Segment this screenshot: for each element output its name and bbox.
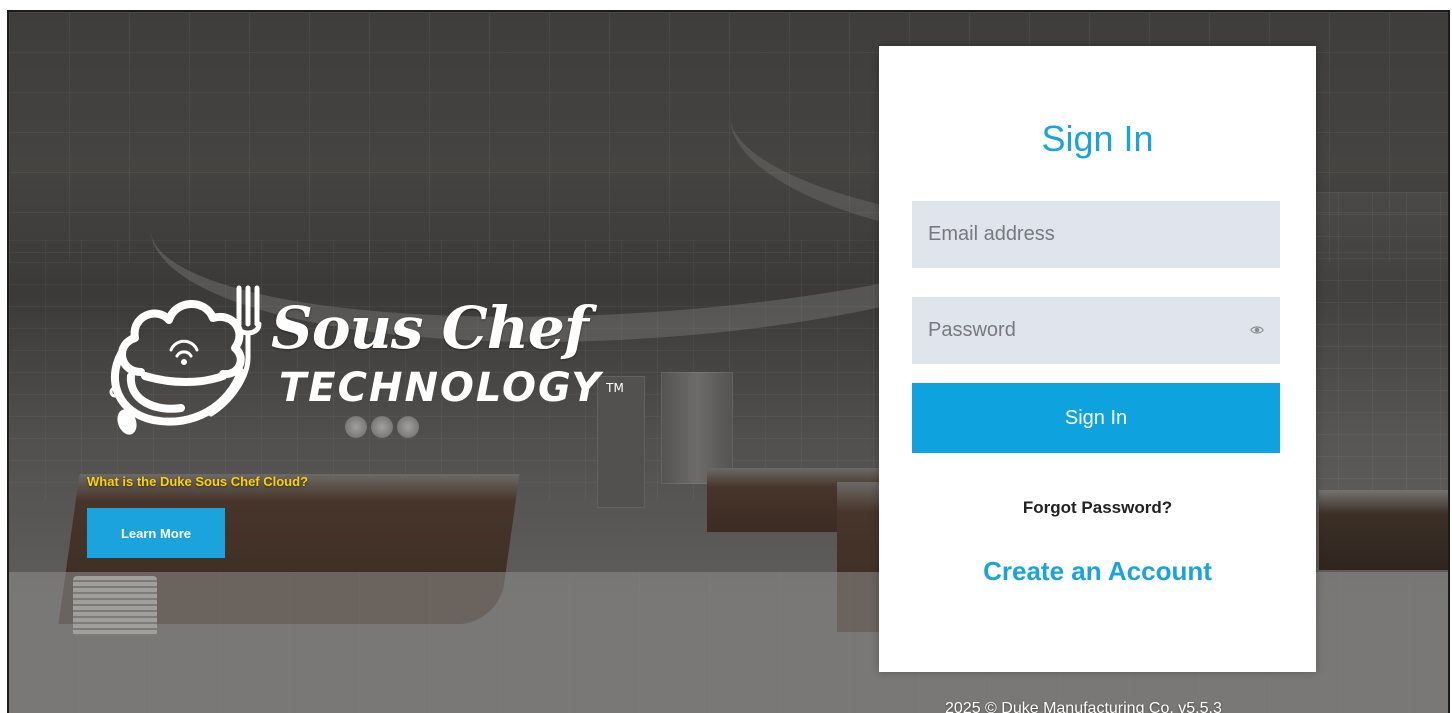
footer-copyright: 2025 © Duke Manufacturing Co. v5.5.3 (945, 700, 1222, 713)
trademark-symbol: TM (606, 381, 624, 395)
sign-in-title: Sign In (1041, 118, 1154, 159)
sous-chef-cloud-question: What is the Duke Sous Chef Cloud? (87, 474, 309, 489)
logo-subword-text: TECHNOLOGY (279, 365, 603, 411)
logo-wordmark: Sous Chef (271, 294, 589, 362)
password-field-container (912, 297, 1280, 364)
app-window: Sous Chef TECHNOLOGY TM What is the Duke … (7, 10, 1450, 713)
chef-hat-logo-icon (109, 285, 262, 435)
create-account-link[interactable]: Create an Account (879, 556, 1316, 587)
learn-more-button[interactable]: Learn More (87, 508, 225, 558)
logo-subword: TECHNOLOGY TM (279, 366, 624, 410)
sous-chef-logo: Sous Chef TECHNOLOGY TM (101, 280, 624, 440)
forgot-password-link[interactable]: Forgot Password? (879, 498, 1316, 518)
sign-in-button[interactable]: Sign In (912, 383, 1280, 453)
email-field-container (912, 201, 1280, 268)
sign-in-card: Sign In Sign In Forgot Password? Create … (879, 46, 1316, 672)
email-input[interactable] (912, 201, 1280, 268)
password-input[interactable] (912, 297, 1280, 364)
eye-icon[interactable] (1250, 323, 1264, 337)
